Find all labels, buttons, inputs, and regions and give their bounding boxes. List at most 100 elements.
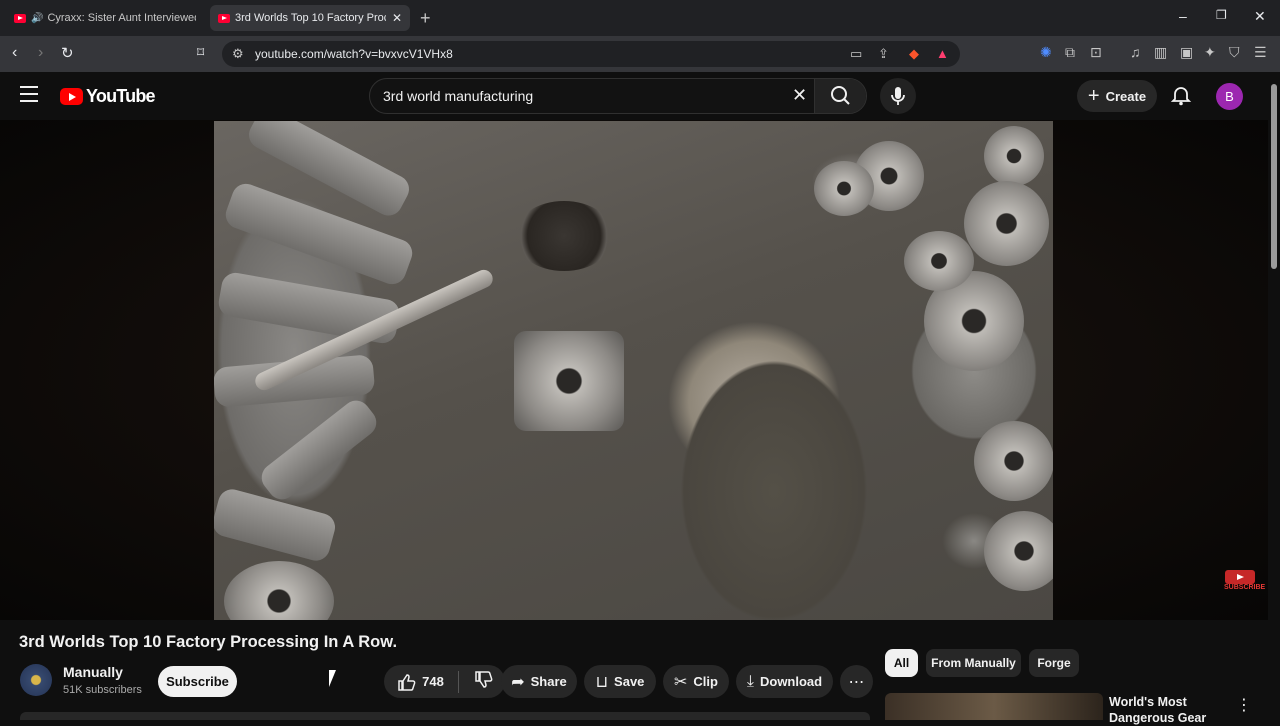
reload-icon[interactable]: ↻ bbox=[61, 44, 74, 62]
clip-button[interactable]: ✂ Clip bbox=[663, 665, 729, 698]
flange-part bbox=[984, 126, 1044, 186]
microphone-icon bbox=[891, 87, 905, 105]
video-player[interactable] bbox=[214, 121, 1053, 620]
new-tab-button[interactable]: + bbox=[420, 8, 431, 29]
tab-inactive[interactable]: 🔊 Cyraxx: Sister Aunt Interviewed b bbox=[6, 5, 204, 31]
page-scrollbar[interactable] bbox=[1268, 72, 1280, 720]
tab-active[interactable]: 3rd Worlds Top 10 Factory Proce ✕ bbox=[210, 5, 410, 31]
download-label: Download bbox=[759, 674, 823, 689]
plus-icon: + bbox=[1087, 84, 1100, 107]
description-box[interactable] bbox=[20, 712, 870, 720]
sidebar-icon[interactable]: ▥ bbox=[1154, 44, 1167, 61]
search-box[interactable]: 3rd world manufacturing ✕ bbox=[369, 78, 867, 114]
dislike-button[interactable] bbox=[473, 670, 493, 693]
thumbs-up-icon bbox=[398, 673, 416, 691]
recommendation-title[interactable]: World's Most Dangerous Gear bbox=[1109, 694, 1229, 726]
brave-rewards-icon[interactable]: ▲ bbox=[936, 46, 949, 61]
create-button[interactable]: + Create bbox=[1077, 80, 1157, 112]
youtube-logo[interactable]: YouTube bbox=[60, 86, 156, 107]
cast-icon[interactable]: ▭ bbox=[850, 46, 862, 62]
tab-label: Cyraxx: Sister Aunt Interviewed b bbox=[47, 12, 196, 24]
bookmark-save-icon: ⊔ bbox=[595, 673, 609, 691]
menu-icon[interactable]: ☰ bbox=[1254, 44, 1267, 61]
flange-part bbox=[224, 561, 334, 620]
watermark-text: SUBSCRIBE bbox=[1224, 584, 1266, 591]
like-separator bbox=[457, 670, 459, 693]
chip-from-channel[interactable]: From Manually bbox=[926, 649, 1021, 677]
notifications-button[interactable] bbox=[1170, 85, 1192, 112]
search-input[interactable]: 3rd world manufacturing bbox=[383, 88, 533, 104]
flange-part bbox=[984, 511, 1053, 591]
voice-search-button[interactable] bbox=[880, 78, 916, 114]
leo-ai-icon[interactable]: ✦ bbox=[1204, 44, 1216, 61]
pipe-part bbox=[256, 395, 382, 505]
clear-search-icon[interactable]: ✕ bbox=[792, 85, 807, 106]
create-label: Create bbox=[1105, 88, 1147, 104]
scrollbar-thumb[interactable] bbox=[1271, 84, 1277, 269]
like-count: 748 bbox=[422, 674, 444, 689]
more-actions-button[interactable]: ⋯ bbox=[840, 665, 873, 698]
share-button[interactable]: ➦ Share bbox=[501, 665, 577, 698]
share-arrow-icon: ➦ bbox=[511, 673, 525, 691]
mouse-cursor bbox=[329, 670, 336, 687]
more-horizontal-icon: ⋯ bbox=[848, 673, 865, 691]
tab-close-icon[interactable]: ✕ bbox=[392, 11, 402, 25]
save-button[interactable]: ⊔ Save bbox=[584, 665, 656, 698]
subscribe-button[interactable]: Subscribe bbox=[158, 666, 237, 697]
download-button[interactable]: ⤓ Download bbox=[736, 665, 833, 698]
restore-icon[interactable]: ❐ bbox=[1216, 8, 1227, 22]
wallet-icon[interactable]: ▣ bbox=[1180, 44, 1193, 61]
share-label: Share bbox=[530, 674, 567, 689]
like-dislike-group: 748 bbox=[384, 665, 505, 698]
youtube-favicon-icon bbox=[14, 13, 26, 23]
vpn-shield-icon[interactable]: ⛉ bbox=[1229, 44, 1240, 61]
search-icon bbox=[831, 86, 850, 105]
channel-name[interactable]: Manually bbox=[63, 664, 123, 680]
browser-tab-bar: 🔊 Cyraxx: Sister Aunt Interviewed b 3rd … bbox=[0, 0, 1280, 36]
search-button[interactable] bbox=[814, 79, 866, 113]
logo-wordmark: YouTube bbox=[86, 86, 156, 106]
pump-body bbox=[514, 331, 624, 431]
download-icon: ⤓ bbox=[746, 672, 754, 690]
screenshot-icon[interactable]: ⊡ bbox=[1090, 44, 1102, 61]
chip-all[interactable]: All bbox=[885, 649, 918, 677]
brave-shield-icon[interactable]: ◆ bbox=[909, 46, 919, 62]
thumbs-down-icon bbox=[475, 671, 493, 688]
channel-avatar[interactable] bbox=[20, 664, 52, 696]
tab-label: 3rd Worlds Top 10 Factory Proce bbox=[235, 12, 386, 24]
back-icon[interactable]: ‹ bbox=[12, 44, 17, 62]
video-title: 3rd Worlds Top 10 Factory Processing In … bbox=[19, 633, 398, 651]
bell-icon bbox=[1170, 87, 1192, 106]
recommendation-thumbnail[interactable] bbox=[885, 693, 1103, 720]
site-settings-icon[interactable]: ⚙ bbox=[232, 46, 244, 62]
flange-part bbox=[904, 231, 974, 291]
flange-part bbox=[964, 181, 1049, 266]
guide-menu-icon[interactable] bbox=[20, 86, 38, 107]
youtube-play-icon bbox=[60, 88, 83, 105]
address-bar[interactable]: ⚙ youtube.com/watch?v=bvxvcV1VHx8 ▭ ⇪ ◆ … bbox=[222, 41, 960, 67]
media-icon[interactable]: ♫ bbox=[1130, 44, 1141, 60]
window-close-icon[interactable]: ✕ bbox=[1254, 8, 1266, 25]
subscribe-watermark-icon bbox=[1225, 570, 1255, 584]
subscriber-count: 51K subscribers bbox=[63, 684, 142, 696]
youtube-favicon-icon bbox=[218, 13, 230, 23]
save-label: Save bbox=[614, 674, 645, 689]
more-vertical-icon[interactable]: ⋮ bbox=[1236, 695, 1252, 715]
extensions-icon[interactable]: ⧉ bbox=[1065, 44, 1075, 61]
clip-label: Clip bbox=[693, 674, 718, 689]
like-button[interactable]: 748 bbox=[396, 672, 444, 692]
subscribe-watermark[interactable]: SUBSCRIBE bbox=[1224, 570, 1266, 596]
speaker-icon: 🔊 bbox=[31, 12, 44, 24]
minimize-icon[interactable]: – bbox=[1179, 8, 1187, 24]
vpn-icon[interactable]: ✺ bbox=[1040, 44, 1052, 61]
flange-part bbox=[974, 421, 1053, 501]
share-icon[interactable]: ⇪ bbox=[878, 46, 889, 62]
bookmark-icon[interactable]: ⌑ bbox=[197, 44, 204, 61]
chip-forge[interactable]: Forge bbox=[1029, 649, 1079, 677]
forward-icon[interactable]: › bbox=[38, 44, 43, 62]
flange-part bbox=[814, 161, 874, 216]
nut-bowl bbox=[514, 201, 614, 271]
account-avatar[interactable]: B bbox=[1216, 83, 1243, 110]
url-text: youtube.com/watch?v=bvxvcV1VHx8 bbox=[255, 47, 453, 61]
scissors-icon: ✂ bbox=[674, 673, 688, 691]
